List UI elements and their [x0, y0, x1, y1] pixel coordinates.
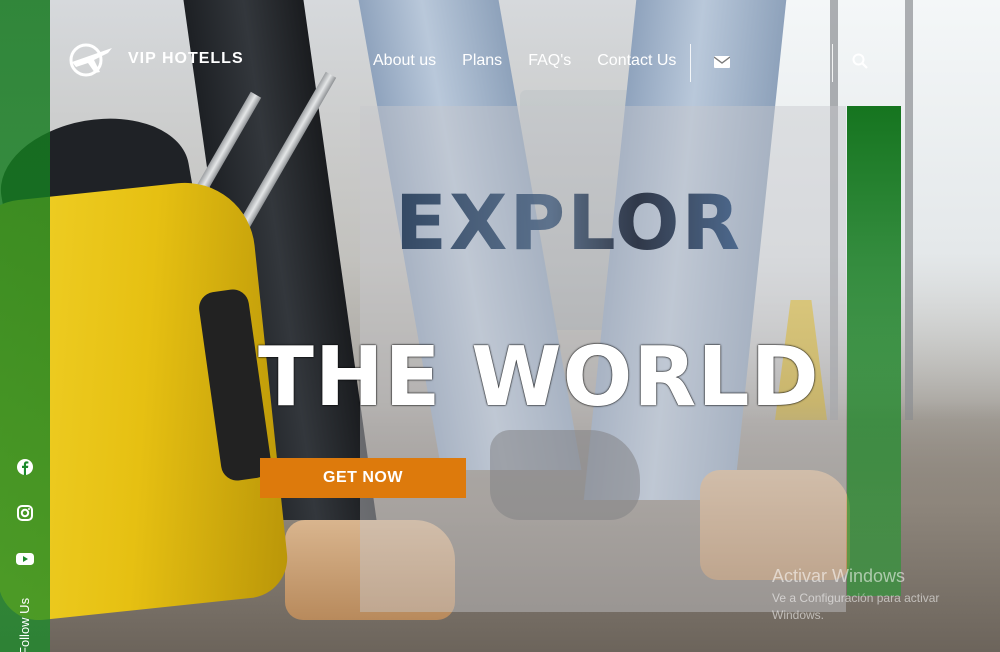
nav-plans[interactable]: Plans	[462, 52, 502, 70]
nav-contact-us[interactable]: Contact Us	[597, 52, 676, 70]
instagram-icon[interactable]	[16, 504, 34, 522]
activate-windows-subtitle: Ve a Configuración para activar Windows.	[772, 591, 940, 622]
hero-headline-line2: THE WORLD	[258, 330, 820, 425]
search-icon[interactable]	[852, 53, 868, 74]
airplane-globe-icon	[66, 40, 118, 78]
envelope-icon[interactable]	[713, 55, 731, 73]
hero-headline-line1: EXPLOR	[395, 178, 743, 267]
activate-windows-title: Activar Windows	[772, 566, 906, 586]
get-now-button[interactable]: GET NOW	[260, 458, 466, 498]
nav-about-us[interactable]: About us	[373, 52, 436, 70]
facebook-icon[interactable]	[16, 458, 34, 476]
main-nav: About us Plans FAQ's Contact Us	[373, 52, 676, 70]
right-green-band	[847, 106, 901, 596]
nav-divider	[832, 44, 833, 82]
youtube-icon[interactable]	[16, 550, 34, 568]
nav-divider	[690, 44, 691, 82]
site-logo[interactable]: VIP HOTELLS	[66, 40, 244, 78]
site-header: VIP HOTELLS About us Plans FAQ's Contact…	[0, 0, 1000, 120]
logo-text: VIP HOTELLS	[128, 50, 244, 67]
social-links	[16, 458, 34, 568]
follow-us-label: Follow Us	[17, 597, 32, 652]
nav-faqs[interactable]: FAQ's	[528, 52, 571, 70]
